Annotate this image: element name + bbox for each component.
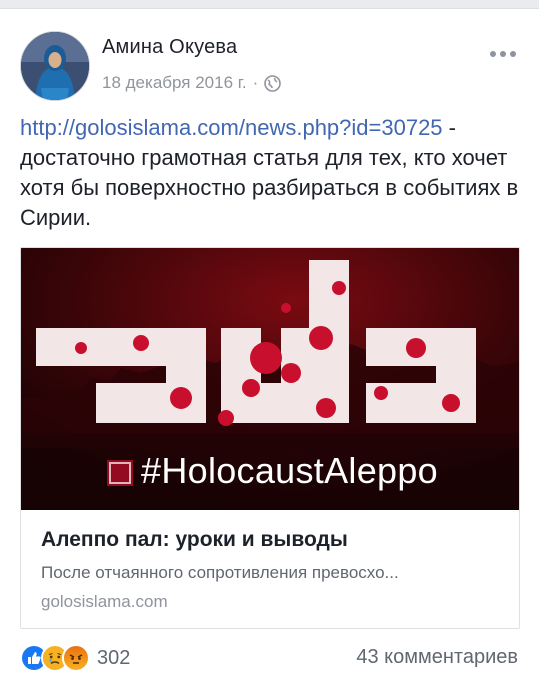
link-preview-title[interactable]: Алеппо пал: уроки и выводы: [41, 528, 348, 552]
link-preview-image[interactable]: #HolocaustAleppo: [21, 248, 519, 510]
image-hashtag: #HolocaustAleppo: [141, 450, 439, 491]
meta-separator: ·: [252, 73, 259, 92]
post-header: Амина Окуева 18 декабря 2016 г. ·: [20, 23, 520, 103]
globe-icon[interactable]: [264, 74, 282, 92]
post-text: http://golosislama.com/news.php?id=30725…: [20, 113, 520, 233]
post-card: Амина Окуева 18 декабря 2016 г. · http:/…: [0, 8, 539, 681]
link-preview-info[interactable]: Алеппо пал: уроки и выводы После отчаянн…: [21, 510, 519, 628]
reactions-summary[interactable]: 302: [20, 643, 130, 673]
link-preview[interactable]: #HolocaustAleppo Алеппо пал: уроки и выв…: [20, 247, 520, 629]
post-meta: 18 декабря 2016 г. ·: [102, 73, 282, 93]
post-footer: 302 43 комментариев: [20, 643, 518, 673]
post-date[interactable]: 18 декабря 2016 г.: [102, 73, 247, 93]
comments-count[interactable]: 43 комментариев: [356, 646, 518, 669]
author-name[interactable]: Амина Окуева: [102, 36, 237, 59]
angry-icon: [62, 644, 90, 672]
post-link[interactable]: http://golosislama.com/news.php?id=30725: [20, 115, 443, 140]
link-preview-description: После отчаянного сопротивления превосхо.…: [41, 563, 399, 582]
link-preview-domain: golosislama.com: [41, 592, 168, 611]
reaction-count: 302: [97, 646, 131, 669]
avatar[interactable]: [20, 31, 90, 101]
more-options-icon[interactable]: [486, 47, 520, 61]
